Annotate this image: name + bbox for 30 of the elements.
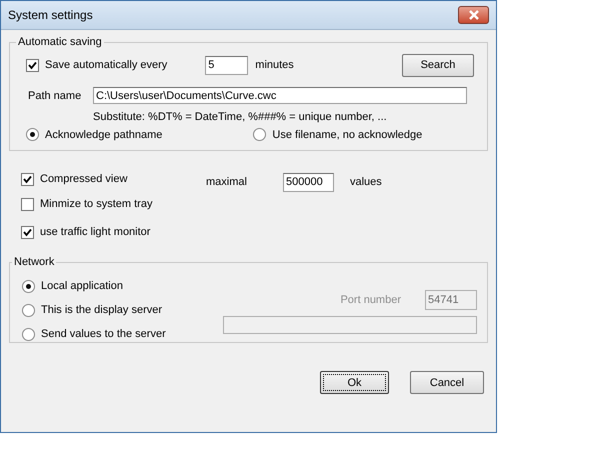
port-label: Port number: [340, 294, 401, 306]
radio-option[interactable]: Use filename, no acknowledge: [253, 128, 422, 141]
option-checkbox[interactable]: use traffic light monitor: [21, 226, 206, 238]
close-icon: [468, 10, 480, 20]
group-title: Network: [13, 256, 56, 268]
search-button[interactable]: Search: [402, 54, 474, 76]
group-title: Automatic saving: [17, 36, 103, 48]
radio-option[interactable]: Acknowledge pathname: [26, 128, 162, 141]
checkbox-icon: [21, 226, 34, 238]
radio-option[interactable]: This is the display server: [22, 298, 166, 322]
interval-field[interactable]: 5: [205, 56, 248, 74]
checkbox-icon: [21, 172, 34, 186]
maximal-field[interactable]: 500000: [283, 172, 334, 192]
radio-option[interactable]: Local application: [22, 274, 166, 298]
checkbox-icon: [21, 198, 34, 210]
option-checkbox[interactable]: Minmize to system tray: [21, 198, 206, 210]
close-button[interactable]: [458, 6, 489, 24]
path-field[interactable]: C:\Users\user\Documents\Curve.cwc: [93, 87, 467, 104]
hint-text: Substitute: %DT% = DateTime, %###% = unique number, ...: [93, 111, 387, 123]
path-label: Path name: [28, 90, 82, 102]
checkbox-icon: [26, 58, 39, 72]
values-label: values: [350, 176, 382, 188]
window-title: System settings: [8, 8, 93, 22]
option-checkbox[interactable]: Compressed view: [21, 172, 206, 186]
radio-option[interactable]: Send values to the server: [22, 322, 166, 346]
save-checkbox[interactable]: Save automatically every: [26, 58, 168, 72]
unit-label: minutes: [255, 59, 294, 71]
dialog-button[interactable]: Cancel: [410, 371, 484, 394]
maximal-label: maximal: [206, 176, 248, 188]
dialog-button[interactable]: Ok: [320, 371, 389, 394]
